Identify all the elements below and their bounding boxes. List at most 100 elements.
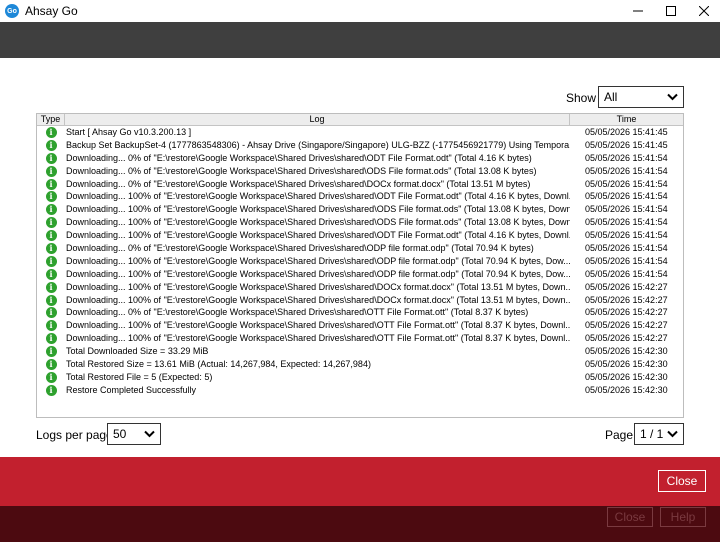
info-icon: i (45, 230, 57, 242)
info-icon: i (45, 320, 57, 332)
table-row[interactable]: i Downloading... 100% of "E:\restore\Goog… (37, 203, 683, 216)
table-row[interactable]: i Downloading... 0% of "E:\restore\Google… (37, 152, 683, 165)
info-icon: i (45, 268, 57, 280)
log-cell: Downloading... 100% of "E:\restore\Googl… (66, 268, 570, 279)
info-icon: i (45, 217, 57, 229)
maximize-button[interactable] (655, 0, 687, 22)
table-row[interactable]: i Downloading... 0% of "E:\restore\Google… (37, 242, 683, 255)
log-cell: Backup Set BackupSet-4 (1777863548306) -… (66, 139, 570, 150)
log-cell: Downloading... 100% of "E:\restore\Googl… (66, 294, 570, 305)
info-icon: i (45, 371, 57, 383)
log-cell: Downloading... 0% of "E:\restore\Google … (66, 307, 529, 318)
table-row[interactable]: i Total Restored File = 5 (Expected: 5) 05… (37, 371, 683, 384)
minimize-button[interactable] (622, 0, 654, 22)
log-cell: Total Restored Size = 13.61 MiB (Actual:… (66, 359, 371, 370)
log-cell: Restore Completed Successfully (66, 384, 197, 395)
log-cell: Downloading... 100% of "E:\restore\Googl… (66, 230, 570, 241)
logs-per-page-label: Logs per page (36, 428, 113, 442)
info-icon: i (45, 178, 57, 190)
time-cell: 05/05/2026 15:41:54 (585, 243, 668, 254)
table-row[interactable]: i Downloading... 0% of "E:\restore\Google… (37, 178, 683, 191)
time-cell: 05/05/2026 15:41:54 (585, 217, 668, 228)
type-cell: i (37, 203, 65, 216)
time-cell: 05/05/2026 15:41:54 (585, 230, 668, 241)
table-row[interactable]: i Downloading... 100% of "E:\restore\Goog… (37, 294, 683, 307)
show-filter-dropdown[interactable]: All (598, 86, 684, 108)
table-row[interactable]: i Total Downloaded Size = 33.29 MiB 05/05/… (37, 345, 683, 358)
time-cell: 05/05/2026 15:41:45 (585, 139, 668, 150)
table-row[interactable]: i Downloading... 100% of "E:\restore\Goog… (37, 268, 683, 281)
log-cell: Downloading... 100% of "E:\restore\Googl… (66, 320, 570, 331)
info-icon: i (45, 152, 57, 164)
type-cell: i (37, 268, 65, 281)
log-table: Type Log Time i Start [ Ahsay Go v10.3.20… (36, 113, 684, 418)
time-cell: 05/05/2026 15:41:54 (585, 165, 668, 176)
log-cell: Downloading... 100% of "E:\restore\Googl… (66, 255, 570, 266)
info-icon: i (45, 255, 57, 267)
table-row[interactable]: i Total Restored Size = 13.61 MiB (Actual… (37, 358, 683, 371)
column-header-log[interactable]: Log (65, 114, 570, 125)
info-icon: i (45, 281, 57, 293)
type-cell: i (37, 216, 65, 229)
type-cell: i (37, 255, 65, 268)
table-row[interactable]: i Downloading... 100% of "E:\restore\Goog… (37, 281, 683, 294)
type-cell: i (37, 152, 65, 165)
info-icon: i (45, 307, 57, 319)
time-cell: 05/05/2026 15:41:54 (585, 152, 668, 163)
info-icon: i (45, 191, 57, 203)
log-cell: Total Downloaded Size = 33.29 MiB (66, 346, 209, 357)
maximize-icon (666, 6, 676, 16)
window-title: Ahsay Go (25, 4, 78, 18)
header-band (0, 22, 720, 58)
type-cell: i (37, 190, 65, 203)
column-header-time[interactable]: Time (570, 114, 683, 125)
table-row[interactable]: i Downloading... 100% of "E:\restore\Goog… (37, 255, 683, 268)
page-value: 1 / 1 (640, 427, 664, 441)
dialog-footer (0, 457, 720, 506)
info-icon: i (45, 294, 57, 306)
table-row[interactable]: i Start [ Ahsay Go v10.3.200.13 ] 05/05/20… (37, 126, 683, 139)
chevron-down-icon (667, 430, 678, 438)
info-icon: i (45, 242, 57, 254)
background-help-button: Help (660, 507, 706, 527)
page-dropdown[interactable]: 1 / 1 (634, 423, 684, 445)
show-filter-label: Show (566, 91, 597, 105)
time-cell: 05/05/2026 15:42:30 (585, 371, 668, 382)
column-header-type[interactable]: Type (37, 114, 65, 125)
type-cell: i (37, 319, 65, 332)
log-cell: Downloading... 100% of "E:\restore\Googl… (66, 333, 570, 344)
table-row[interactable]: i Downloading... 100% of "E:\restore\Goog… (37, 332, 683, 345)
table-row[interactable]: i Downloading... 0% of "E:\restore\Google… (37, 306, 683, 319)
table-row[interactable]: i Downloading... 100% of "E:\restore\Goog… (37, 229, 683, 242)
table-row[interactable]: i Backup Set BackupSet-4 (1777863548306) … (37, 139, 683, 152)
app-logo-icon: Go (5, 4, 19, 18)
log-cell: Downloading... 0% of "E:\restore\Google … (66, 243, 534, 254)
log-cell: Total Restored File = 5 (Expected: 5) (66, 371, 213, 382)
minimize-icon (633, 10, 643, 12)
table-row[interactable]: i Downloading... 100% of "E:\restore\Goog… (37, 216, 683, 229)
info-icon: i (45, 358, 57, 370)
type-cell: i (37, 126, 65, 139)
info-icon: i (45, 126, 57, 138)
window-close-button[interactable] (688, 0, 720, 22)
time-cell: 05/05/2026 15:42:30 (585, 346, 668, 357)
type-cell: i (37, 358, 65, 371)
table-row[interactable]: i Restore Completed Successfully 05/05/202… (37, 384, 683, 397)
time-cell: 05/05/2026 15:41:45 (585, 127, 668, 137)
title-bar: Go Ahsay Go (0, 0, 720, 22)
time-cell: 05/05/2026 15:42:30 (585, 384, 668, 395)
logs-per-page-value: 50 (113, 427, 127, 441)
table-row[interactable]: i Downloading... 0% of "E:\restore\Google… (37, 165, 683, 178)
log-cell: Downloading... 100% of "E:\restore\Googl… (66, 281, 570, 292)
type-cell: i (37, 294, 65, 307)
type-cell: i (37, 229, 65, 242)
logs-per-page-dropdown[interactable]: 50 (107, 423, 161, 445)
table-row[interactable]: i Downloading... 100% of "E:\restore\Goog… (37, 319, 683, 332)
time-cell: 05/05/2026 15:41:54 (585, 191, 668, 202)
info-icon: i (45, 333, 57, 345)
type-cell: i (37, 165, 65, 178)
time-cell: 05/05/2026 15:41:54 (585, 268, 668, 279)
chevron-down-icon (667, 93, 678, 101)
close-button[interactable]: Close (658, 470, 706, 492)
table-row[interactable]: i Downloading... 100% of "E:\restore\Goog… (37, 190, 683, 203)
